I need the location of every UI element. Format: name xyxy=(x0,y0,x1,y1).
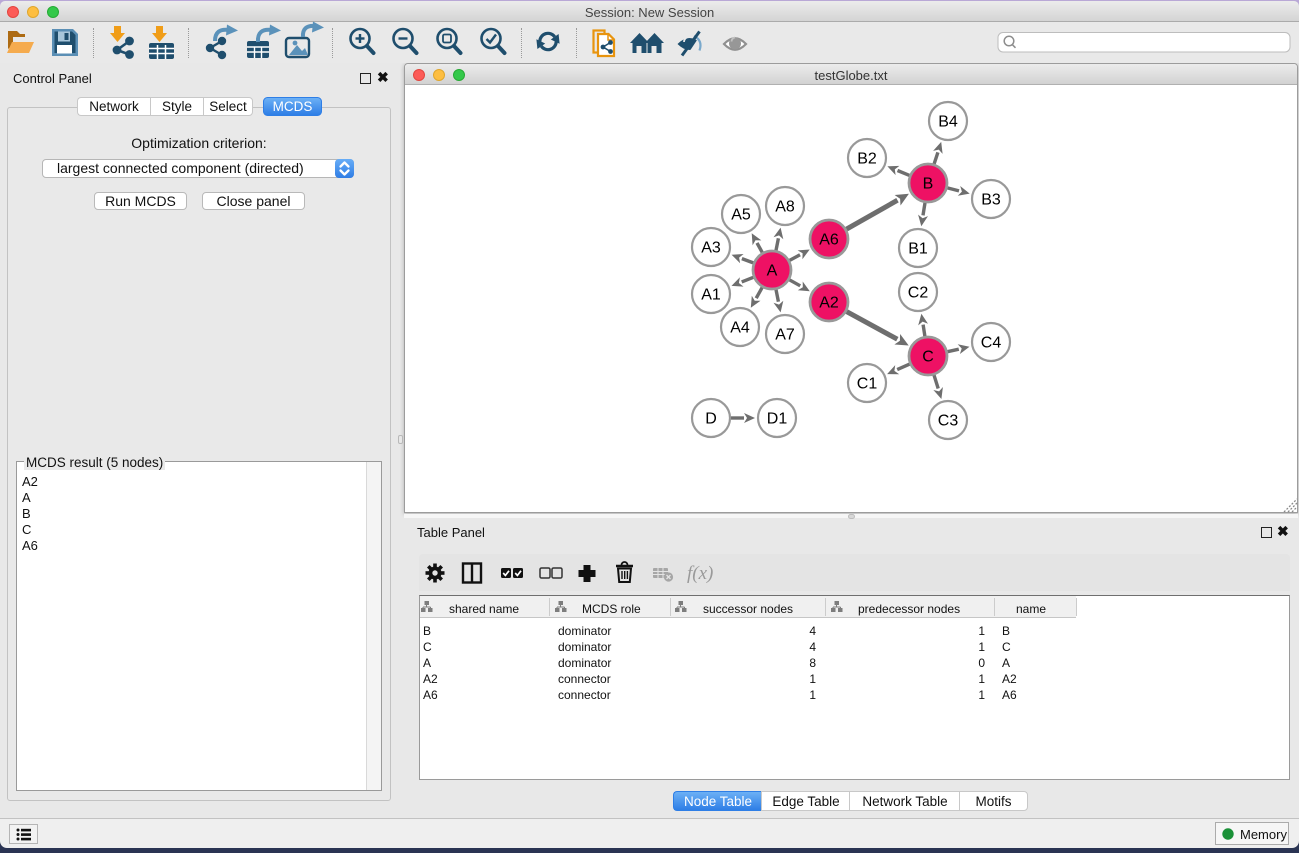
svg-text:C1: C1 xyxy=(857,376,878,393)
svg-text:C2: C2 xyxy=(908,285,929,302)
svg-text:A3: A3 xyxy=(701,240,721,257)
svg-text:A8: A8 xyxy=(775,199,795,216)
svg-text:Memory: Memory xyxy=(1240,827,1287,842)
svg-text:C: C xyxy=(922,349,934,366)
svg-text:B3: B3 xyxy=(981,192,1001,209)
svg-text:B2: B2 xyxy=(857,151,877,168)
svg-text:D1: D1 xyxy=(767,411,788,428)
svg-text:A1: A1 xyxy=(701,287,721,304)
svg-text:C4: C4 xyxy=(981,335,1002,352)
svg-text:A4: A4 xyxy=(730,320,750,337)
svg-text:A2: A2 xyxy=(819,295,839,312)
svg-text:A6: A6 xyxy=(819,232,839,249)
svg-text:A: A xyxy=(767,263,778,280)
svg-text:A7: A7 xyxy=(775,327,795,344)
svg-text:f(x): f(x) xyxy=(687,563,713,584)
svg-text:A5: A5 xyxy=(731,207,751,224)
svg-text:B4: B4 xyxy=(938,114,958,131)
svg-text:C3: C3 xyxy=(938,413,959,430)
svg-text:B1: B1 xyxy=(908,241,928,258)
svg-text:D: D xyxy=(705,411,717,428)
svg-text:B: B xyxy=(923,176,934,193)
